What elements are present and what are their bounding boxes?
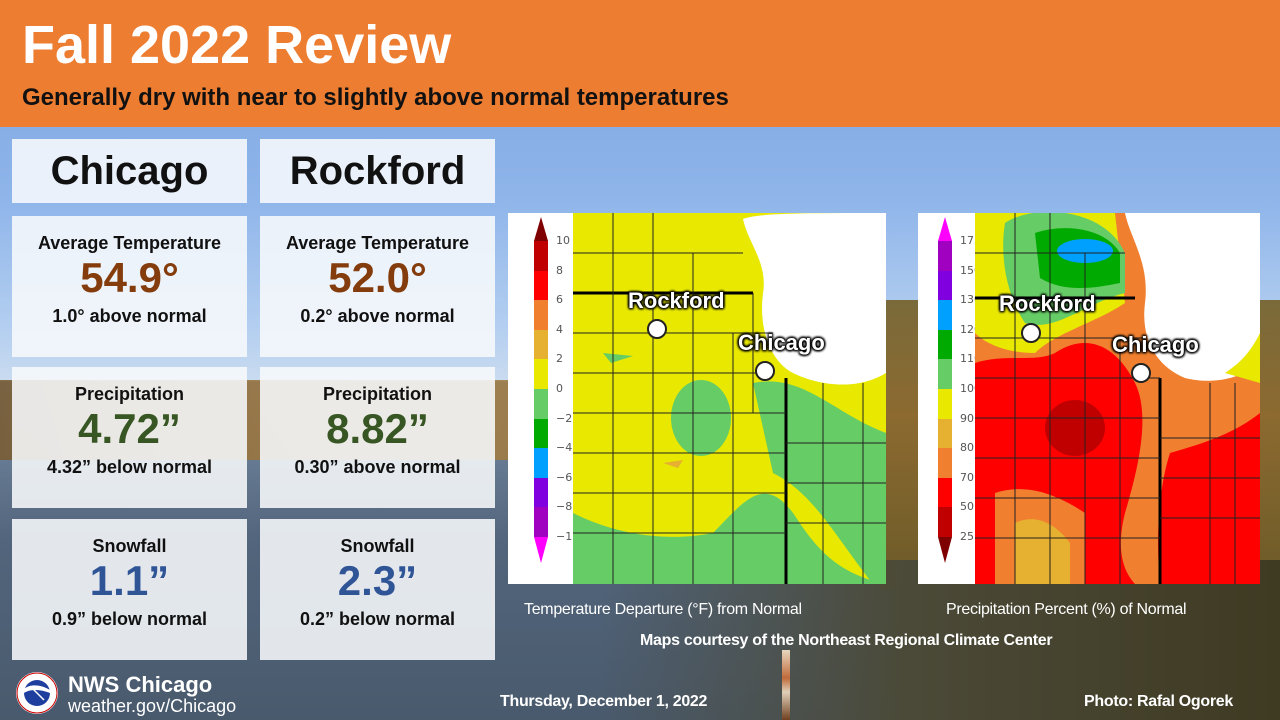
photo-credit: Photo: Rafal Ogorek [1084, 693, 1233, 710]
precipitation-map-area: Rockford Chicago [975, 213, 1260, 584]
stat-label: Snowfall [340, 536, 415, 556]
legend-tick-label: 2 [556, 352, 563, 366]
stat-label: Precipitation [322, 384, 433, 404]
legend-tick-label: 4 [556, 322, 563, 336]
map-label-chicago: Chicago [1112, 332, 1199, 357]
stat-note: 0.2” below normal [299, 609, 456, 629]
legend-color-segment [938, 448, 952, 478]
legend-color-segment [534, 241, 548, 271]
legend-tick-label: −2 [556, 411, 573, 425]
legend-tick-label: 80 [960, 441, 974, 455]
stat-label: Average Temperature [285, 233, 470, 253]
legend-arrow-bottom [938, 537, 952, 563]
org-url-link[interactable]: weather.gov/Chicago [68, 696, 236, 717]
legend-color-segment [938, 270, 952, 301]
publish-date: Thursday, December 1, 2022 [500, 693, 708, 710]
stat-value: 2.3” [337, 557, 418, 604]
temperature-departure-map: 10 8 6 4 2 0 −2 −4 −6 −8 −10 Rockford Chicago [508, 213, 886, 584]
legend-color-segment [534, 300, 548, 330]
legend-color-segment [938, 477, 952, 508]
stat-label: Precipitation [74, 384, 185, 404]
legend-tick-label: 6 [556, 293, 563, 307]
org-name: NWS Chicago [68, 672, 213, 697]
legend-color-segment [534, 389, 548, 419]
stat-card-chicago-temperature: Average Temperature 54.9° 1.0° above nor… [12, 216, 247, 357]
map-city-marker [755, 361, 775, 381]
temperature-map-caption: Temperature Departure (°F) from Normal [524, 601, 802, 618]
stat-card-chicago-precipitation: Precipitation 4.72” 4.32” below normal [12, 367, 247, 508]
legend-color-segment [938, 329, 952, 360]
nws-logo-icon [16, 672, 58, 714]
map-city-marker [1131, 363, 1151, 383]
stat-note: 1.0° above normal [52, 306, 207, 326]
legend-color-segment [938, 241, 952, 271]
stat-note: 0.9” below normal [51, 609, 208, 629]
legend-arrow-bottom [534, 537, 548, 563]
map-label-rockford: Rockford [628, 288, 725, 313]
legend-color-segment [534, 359, 548, 389]
legend-color-segment [938, 300, 952, 330]
stat-value: 8.82” [326, 405, 429, 452]
legend-color-segment [534, 477, 548, 508]
legend-color-segment [534, 507, 548, 537]
stat-value: 54.9° [80, 254, 179, 301]
city-header-rockford: Rockford [260, 139, 495, 203]
page-subtitle: Generally dry with near to slightly abov… [22, 84, 729, 111]
stat-note: 4.32” below normal [46, 457, 213, 477]
legend-tick-label: 8 [556, 263, 563, 277]
legend-arrow-top [534, 217, 548, 241]
stat-card-rockford-temperature: Average Temperature 52.0° 0.2° above nor… [260, 216, 495, 357]
temperature-map-area: Rockford Chicago [573, 213, 886, 584]
precipitation-legend: 175 150 130 120 110 100 90 80 70 50 25 [922, 213, 982, 584]
legend-tick-label: 0 [556, 382, 563, 395]
stat-value: 4.72” [78, 405, 181, 452]
temperature-legend: 10 8 6 4 2 0 −2 −4 −6 −8 −10 [518, 213, 579, 584]
legend-color-segment [938, 507, 952, 537]
map-city-marker [1021, 323, 1041, 343]
legend-color-segment [938, 359, 952, 389]
legend-arrow-top [938, 217, 952, 241]
legend-tick-label: −4 [556, 441, 573, 455]
city-name: Rockford [289, 149, 466, 193]
stat-label: Average Temperature [37, 233, 222, 253]
legend-tick-label: −8 [556, 500, 573, 514]
page-title: Fall 2022 Review [22, 15, 452, 75]
legend-color-segment [534, 418, 548, 449]
map-label-chicago: Chicago [738, 330, 825, 355]
stat-note: 0.2° above normal [300, 306, 455, 326]
legend-color-segment [534, 270, 548, 301]
stat-card-chicago-snowfall: Snowfall 1.1” 0.9” below normal [12, 519, 247, 660]
stat-label: Snowfall [92, 536, 167, 556]
legend-tick-label: 50 [960, 500, 974, 514]
map-label-rockford: Rockford [999, 291, 1096, 316]
legend-tick-label: 90 [960, 411, 974, 425]
temperature-map-graphic [573, 213, 886, 584]
legend-color-segment [534, 448, 548, 478]
legend-tick-label: 10 [556, 234, 570, 247]
map-city-marker [647, 319, 667, 339]
city-name: Chicago [50, 149, 209, 193]
legend-tick-label: 25 [960, 530, 974, 543]
stat-value: 52.0° [328, 254, 427, 301]
stat-value: 1.1” [89, 557, 170, 604]
stat-card-rockford-snowfall: Snowfall 2.3” 0.2” below normal [260, 519, 495, 660]
background-pole [782, 650, 790, 720]
legend-color-segment [938, 389, 952, 419]
legend-color-segment [938, 418, 952, 449]
legend-color-segment [534, 329, 548, 360]
maps-credit: Maps courtesy of the Northeast Regional … [640, 632, 1053, 649]
header-banner: Fall 2022 Review Generally dry with near… [0, 0, 1280, 127]
legend-tick-label: −6 [556, 470, 573, 484]
precipitation-map-caption: Precipitation Percent (%) of Normal [946, 601, 1187, 618]
stat-card-rockford-precipitation: Precipitation 8.82” 0.30” above normal [260, 367, 495, 508]
legend-tick-label: 70 [960, 470, 974, 484]
city-header-chicago: Chicago [12, 139, 247, 203]
precipitation-map-graphic [975, 213, 1260, 584]
precipitation-percent-map: 175 150 130 120 110 100 90 80 70 50 25 Rockford Ch… [918, 213, 1260, 584]
stat-note: 0.30” above normal [294, 457, 461, 477]
